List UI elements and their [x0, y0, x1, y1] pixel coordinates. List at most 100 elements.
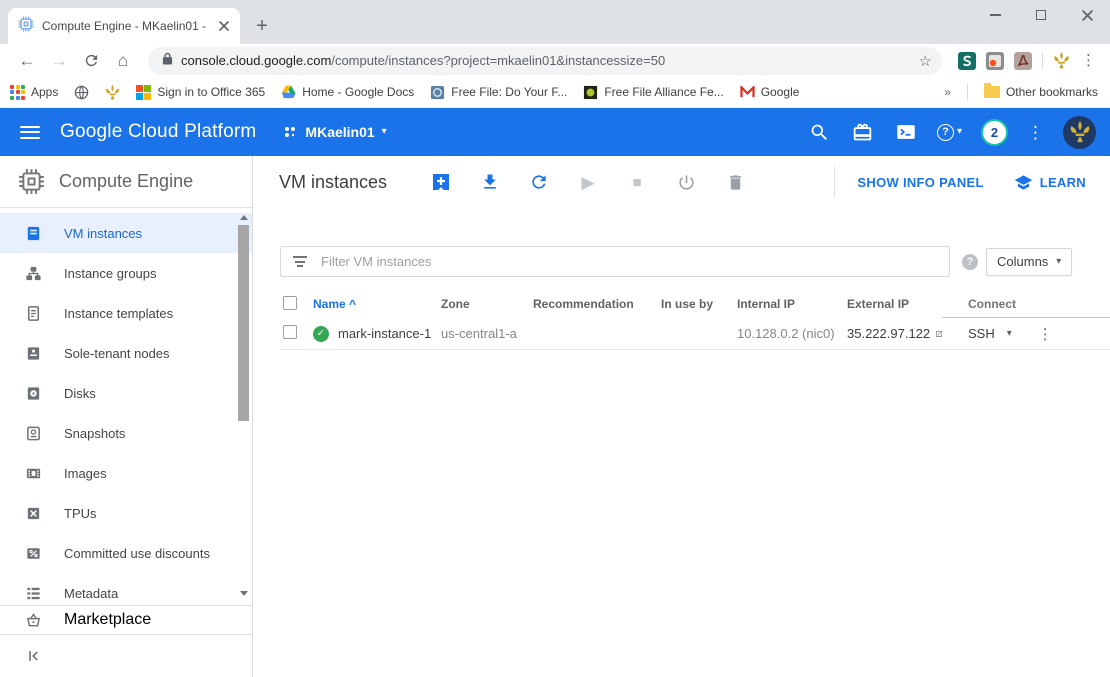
- row-more-actions-icon[interactable]: ⋮: [1038, 325, 1053, 343]
- sidebar-item-marketplace[interactable]: Marketplace: [0, 605, 252, 635]
- bookmark-label: Free File Alliance Fe...: [604, 85, 723, 99]
- start-vm-button: ▶: [576, 170, 600, 194]
- sidebar-item-instance-templates[interactable]: Instance templates: [0, 293, 252, 333]
- browser-tab[interactable]: Compute Engine - MKaelin01 - G: [8, 8, 240, 44]
- import-vm-button[interactable]: [478, 170, 502, 194]
- sidebar-collapse-button[interactable]: [0, 635, 252, 677]
- sidebar-item-label: Marketplace: [64, 611, 151, 629]
- filter-help-icon[interactable]: ?: [962, 254, 978, 270]
- microsoft-icon: [136, 85, 151, 100]
- bookmarks-bar: Apps Sign in to Office 365 Home - Google…: [0, 77, 1110, 108]
- sidebar-item-committed-use-discounts[interactable]: Committed use discounts: [0, 533, 252, 573]
- filter-box[interactable]: [280, 246, 950, 277]
- tpus-icon: [24, 504, 42, 522]
- extension-s-icon[interactable]: [958, 52, 976, 70]
- bookmark-label: Home - Google Docs: [302, 85, 414, 99]
- cloud-shell-icon[interactable]: [894, 120, 918, 144]
- sidebar-item-label: VM instances: [64, 226, 142, 241]
- tab-title: Compute Engine - MKaelin01 - G: [42, 19, 208, 33]
- secure-lock-icon: [162, 52, 173, 70]
- other-bookmarks[interactable]: Other bookmarks: [984, 85, 1098, 99]
- bookmarks-overflow-chevron[interactable]: »: [944, 85, 951, 99]
- scroll-up-icon[interactable]: [237, 211, 250, 223]
- page-title: VM instances: [279, 172, 387, 193]
- learn-button[interactable]: LEARN: [1014, 173, 1086, 192]
- instance-templates-icon: [24, 304, 42, 322]
- column-header-external-ip[interactable]: External IP: [847, 297, 943, 311]
- search-icon[interactable]: [808, 120, 832, 144]
- disks-icon: [24, 384, 42, 402]
- instance-name-link[interactable]: mark-instance-1: [338, 326, 431, 341]
- notifications-badge[interactable]: 2: [981, 119, 1008, 146]
- back-button[interactable]: ←: [14, 48, 40, 74]
- window-close-button[interactable]: [1064, 0, 1110, 30]
- address-bar[interactable]: console.cloud.google.com/compute/instanc…: [148, 47, 942, 75]
- learn-label: LEARN: [1040, 175, 1086, 190]
- project-switcher[interactable]: MKaelin01 ▾: [282, 124, 386, 140]
- bookmark-free-file[interactable]: Free File: Do Your F...: [430, 85, 567, 100]
- chevron-down-icon: ▾: [382, 127, 387, 137]
- sidebar-item-label: Metadata: [64, 586, 118, 601]
- new-tab-button[interactable]: +: [248, 12, 276, 40]
- sidebar-item-tpus[interactable]: TPUs: [0, 493, 252, 533]
- apps-shortcut[interactable]: Apps: [10, 85, 58, 100]
- gift-icon[interactable]: [851, 120, 875, 144]
- reload-button[interactable]: [78, 48, 104, 74]
- table-header-row: Name ^ Zone Recommendation In use by Int…: [280, 290, 1110, 318]
- sidebar-item-vm-instances[interactable]: VM instances: [0, 213, 252, 253]
- bookmark-star-icon[interactable]: ☆: [919, 52, 932, 70]
- row-checkbox[interactable]: [283, 325, 297, 339]
- gcp-brand[interactable]: Google Cloud Platform: [60, 121, 256, 143]
- show-info-panel-button[interactable]: SHOW INFO PANEL: [857, 175, 983, 190]
- bookmark-office365[interactable]: Sign in to Office 365: [136, 85, 265, 100]
- refresh-button[interactable]: [527, 170, 551, 194]
- sidebar-item-instance-groups[interactable]: Instance groups: [0, 253, 252, 293]
- gcp-more-menu-icon[interactable]: ⋮: [1027, 124, 1044, 141]
- help-menu[interactable]: ? ▾: [937, 124, 962, 141]
- instance-internal-ip: 10.128.0.2 (nic0): [737, 326, 847, 341]
- sidebar-item-disks[interactable]: Disks: [0, 373, 252, 413]
- window-maximize-button[interactable]: [1018, 0, 1064, 30]
- column-header-internal-ip[interactable]: Internal IP: [737, 297, 847, 311]
- bookmark-fleur[interactable]: [105, 85, 120, 100]
- create-instance-button[interactable]: [429, 170, 453, 194]
- drive-icon: [281, 85, 296, 99]
- select-all-checkbox[interactable]: [283, 296, 297, 310]
- sidebar-item-snapshots[interactable]: Snapshots: [0, 413, 252, 453]
- sidebar-item-images[interactable]: Images: [0, 453, 252, 493]
- column-header-zone[interactable]: Zone: [441, 297, 533, 311]
- sidebar-scrollbar[interactable]: [237, 211, 250, 599]
- ssh-button[interactable]: SSH ▾: [968, 326, 1012, 341]
- instance-groups-icon: [24, 264, 42, 282]
- column-header-in-use-by[interactable]: In use by: [661, 297, 737, 311]
- forward-button[interactable]: →: [46, 48, 72, 74]
- window-minimize-button[interactable]: [972, 0, 1018, 30]
- bookmarks-separator: [967, 84, 968, 100]
- account-avatar[interactable]: [1063, 116, 1096, 149]
- extension-fleur-icon[interactable]: [1053, 52, 1071, 70]
- browser-toolbar: ← → ⌂ console.cloud.google.com/compute/i…: [0, 44, 1110, 77]
- bookmark-free-file-alliance[interactable]: Free File Alliance Fe...: [583, 85, 723, 100]
- ssh-label: SSH: [968, 326, 995, 341]
- nav-menu-icon[interactable]: [20, 126, 40, 139]
- extension-pdf-icon[interactable]: [1014, 52, 1032, 70]
- extension-orange-icon[interactable]: [986, 52, 1004, 70]
- tab-close-icon[interactable]: [216, 18, 232, 34]
- other-bookmarks-label: Other bookmarks: [1006, 85, 1098, 99]
- free-file-alliance-icon: [583, 85, 598, 100]
- column-header-recommendation[interactable]: Recommendation: [533, 297, 661, 311]
- bookmark-google[interactable]: Google: [740, 85, 800, 99]
- home-button[interactable]: ⌂: [110, 48, 136, 74]
- sidebar-item-sole-tenant-nodes[interactable]: Sole-tenant nodes: [0, 333, 252, 373]
- sidebar-item-label: Instance templates: [64, 306, 173, 321]
- filter-vm-instances-input[interactable]: [321, 254, 939, 269]
- bookmark-globe[interactable]: [74, 85, 89, 100]
- scroll-down-icon[interactable]: [237, 587, 250, 599]
- browser-menu-icon[interactable]: ⋮: [1081, 53, 1096, 68]
- column-header-name[interactable]: Name ^: [313, 297, 441, 311]
- scrollbar-thumb[interactable]: [238, 225, 249, 421]
- table-row[interactable]: ✓ mark-instance-1 us-central1-a 10.128.0…: [280, 318, 1110, 350]
- bookmark-google-docs[interactable]: Home - Google Docs: [281, 85, 414, 99]
- open-in-new-icon[interactable]: [935, 328, 943, 340]
- columns-button[interactable]: Columns ▾: [986, 248, 1072, 276]
